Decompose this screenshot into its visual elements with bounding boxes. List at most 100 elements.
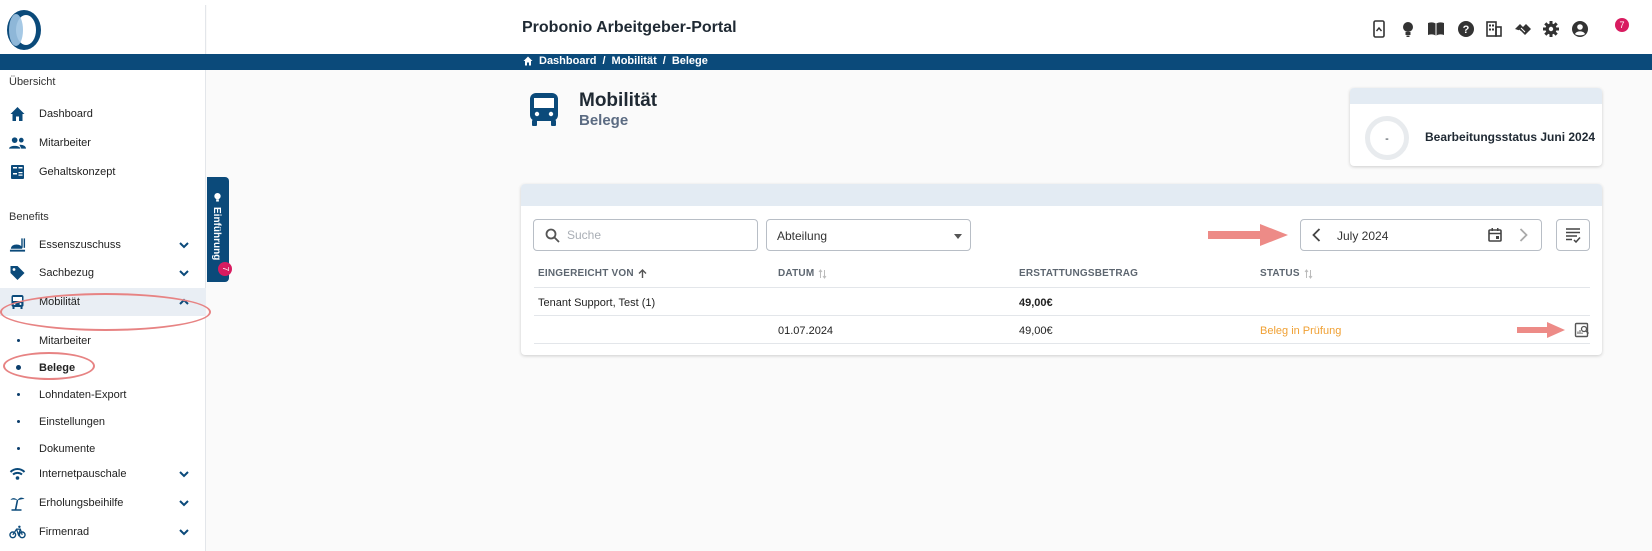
column-header-label: EINGEREICHT VON — [538, 268, 634, 279]
app-title: Probonio Arbeitgeber-Portal — [522, 19, 737, 36]
row-status: Beleg in Prüfung — [1260, 325, 1342, 337]
sidebar-item-label: Dashboard — [39, 108, 93, 120]
annotation-ellipse — [0, 293, 211, 331]
sidebar-item-label: Sachbezug — [39, 267, 95, 279]
list-view-button[interactable] — [1556, 219, 1590, 251]
annotation-arrow — [1517, 322, 1565, 338]
help-icon[interactable]: ? — [1457, 20, 1475, 38]
column-header-label: DATUM — [778, 268, 815, 279]
table-row[interactable]: 01.07.2024 49,00€ Beleg in Prüfung — [534, 316, 1590, 344]
bus-icon — [530, 93, 558, 126]
group-amount: 49,00€ — [1019, 297, 1053, 309]
department-select-value: Abteilung — [777, 229, 828, 243]
search-input[interactable] — [567, 226, 747, 244]
breadcrumb: Dashboard / Mobilität / Belege — [523, 55, 708, 67]
breadcrumb-bar: Dashboard / Mobilität / Belege — [0, 54, 1652, 70]
palm-icon — [10, 497, 25, 511]
row-amount: 49,00€ — [1019, 325, 1053, 337]
account-icon[interactable] — [1571, 20, 1589, 38]
department-select[interactable]: Abteilung — [766, 219, 971, 251]
people-icon — [9, 137, 26, 149]
sidebar-item-label: Mitarbeiter — [39, 137, 91, 149]
sidebar-subitem-label: Lohndaten-Export — [39, 389, 127, 401]
column-header-label: ERSTATTUNGSBETRAG — [1019, 268, 1139, 279]
annotation-arrow — [1208, 224, 1288, 246]
chevron-down-icon — [179, 529, 189, 536]
month-picker[interactable]: July 2024 — [1300, 219, 1542, 251]
caret-down-icon — [954, 234, 962, 239]
tag-icon — [10, 266, 25, 280]
annotation-ellipse — [3, 352, 95, 380]
bullet-icon — [17, 447, 20, 450]
receipts-card-header — [521, 184, 1602, 206]
bullet-icon — [17, 420, 20, 423]
probonio-logo[interactable] — [4, 8, 44, 53]
column-header-submitter[interactable]: EINGEREICHT VON — [538, 268, 647, 279]
sidebar: Übersicht Dashboard Mitarbeiter Gehaltsk… — [0, 5, 206, 551]
status-label: Bearbeitungsstatus Juni 2024 — [1425, 130, 1596, 144]
status-card-header — [1350, 88, 1602, 104]
sidebar-item-label: Firmenrad — [39, 526, 90, 538]
sidebar-item-label: Gehaltskonzept — [39, 166, 116, 178]
page-subtitle: Belege — [579, 112, 629, 129]
sidebar-item-sachbezug[interactable]: Sachbezug — [0, 259, 206, 287]
chevron-right-icon[interactable] — [1515, 227, 1531, 243]
sidebar-item-dashboard[interactable]: Dashboard — [0, 100, 206, 128]
notification-badge: 7 — [1615, 18, 1629, 32]
search-field[interactable] — [533, 219, 758, 251]
home-icon — [10, 107, 25, 121]
sidebar-item-label: Internetpauschale — [39, 468, 127, 480]
search-icon — [545, 228, 560, 243]
sidebar-subitem-dokumente[interactable]: Dokumente — [0, 437, 206, 461]
column-header-label: STATUS — [1260, 268, 1300, 279]
top-header: Probonio Arbeitgeber-Portal 7 ? — [207, 5, 1652, 54]
sidebar-subitem-label: Einstellungen — [39, 416, 106, 428]
sidebar-subitem-mitarbeiter[interactable]: Mitarbeiter — [0, 329, 206, 353]
status-card: - Bearbeitungsstatus Juni 2024 — [1350, 88, 1602, 166]
sidebar-section-benefits: Benefits — [9, 211, 49, 223]
month-value: July 2024 — [1337, 229, 1389, 243]
breadcrumb-dashboard[interactable]: Dashboard — [539, 55, 596, 67]
lightbulb-icon — [214, 193, 221, 202]
chevron-down-icon — [179, 242, 189, 249]
sidebar-item-firmenrad[interactable]: Firmenrad — [0, 518, 206, 546]
sidebar-subitem-einstellungen[interactable]: Einstellungen — [0, 410, 206, 434]
sidebar-subitem-label: Mitarbeiter — [39, 335, 91, 347]
page-title: Mobilität — [579, 90, 658, 111]
wifi-icon — [9, 468, 26, 480]
table-group-row[interactable]: Tenant Support, Test (1) 49,00€ — [534, 288, 1590, 316]
sidebar-item-erholungsbeihilfe[interactable]: Erholungsbeihilfe — [0, 489, 206, 517]
phone-icon[interactable] — [1370, 20, 1388, 38]
sidebar-item-gehaltskonzept[interactable]: Gehaltskonzept — [0, 158, 206, 186]
list-check-icon — [1566, 228, 1581, 243]
intro-badge: 7 — [218, 262, 232, 276]
chevron-left-icon[interactable] — [1309, 227, 1325, 243]
breadcrumb-mobilitaet[interactable]: Mobilität — [612, 55, 657, 67]
calendar-icon[interactable] — [1487, 227, 1503, 243]
sidebar-item-label: Erholungsbeihilfe — [39, 497, 124, 509]
book-icon[interactable] — [1427, 20, 1445, 38]
handshake-icon[interactable] — [1514, 20, 1532, 38]
lightbulb-icon[interactable] — [1399, 20, 1417, 38]
sidebar-item-internetpauschale[interactable]: Internetpauschale — [0, 460, 206, 488]
row-date: 01.07.2024 — [778, 325, 834, 337]
chevron-down-icon — [179, 471, 189, 478]
sidebar-item-mitarbeiter[interactable]: Mitarbeiter — [0, 129, 206, 157]
column-header-status[interactable]: STATUS — [1260, 268, 1313, 279]
receipt-view-icon[interactable] — [1574, 322, 1590, 338]
app-root: Übersicht Dashboard Mitarbeiter Gehaltsk… — [0, 0, 1652, 551]
bullet-icon — [17, 339, 20, 342]
building-icon[interactable] — [1485, 20, 1503, 38]
sort-icon — [1304, 268, 1313, 279]
column-header-date[interactable]: DATUM — [778, 268, 827, 279]
breadcrumb-separator: / — [662, 55, 666, 67]
sidebar-item-essenszuschuss[interactable]: Essenszuschuss — [0, 231, 206, 259]
gear-icon[interactable] — [1542, 20, 1560, 38]
sidebar-subitem-lohndaten-export[interactable]: Lohndaten-Export — [0, 383, 206, 407]
meal-icon — [9, 238, 26, 252]
column-header-amount: ERSTATTUNGSBETRAG — [1019, 268, 1138, 279]
status-progress-ring: - — [1365, 116, 1409, 160]
sidebar-item-label: Essenszuschuss — [39, 239, 121, 251]
bike-icon — [9, 525, 26, 539]
group-submitter: Tenant Support, Test (1) — [538, 297, 656, 309]
